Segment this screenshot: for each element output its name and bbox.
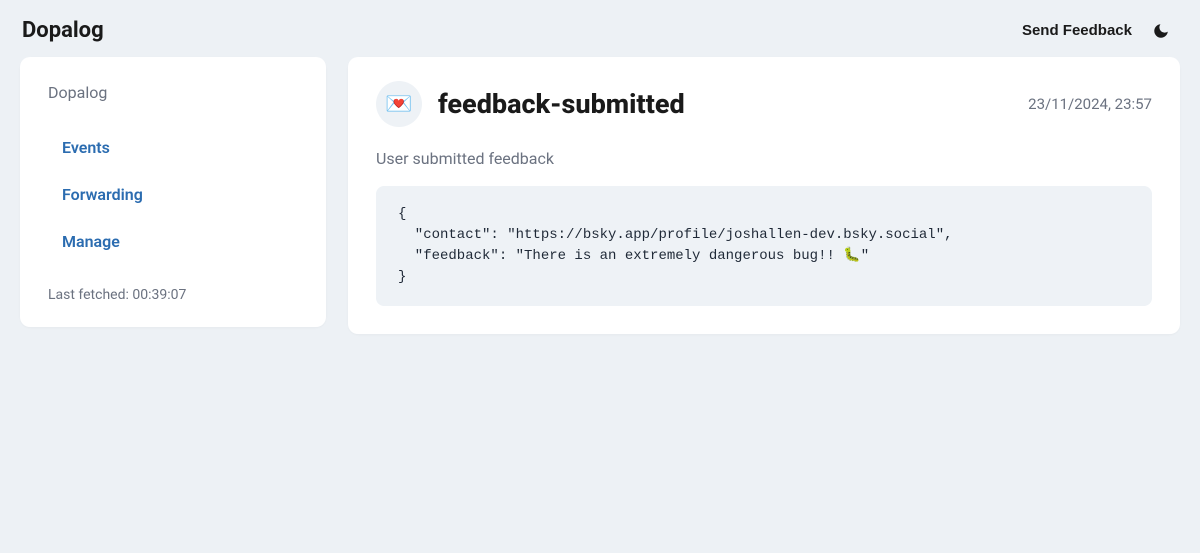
moon-icon	[1152, 22, 1170, 40]
event-subtitle: User submitted feedback	[376, 149, 1152, 168]
event-header: 💌 feedback-submitted 23/11/2024, 23:57	[376, 81, 1152, 127]
sidebar-item-manage[interactable]: Manage	[48, 218, 298, 265]
app-header: Dopalog Send Feedback	[0, 0, 1200, 57]
content-panel: 💌 feedback-submitted 23/11/2024, 23:57 U…	[348, 57, 1180, 334]
app-title: Dopalog	[22, 18, 104, 43]
sidebar-item-forwarding[interactable]: Forwarding	[48, 171, 298, 218]
sidebar-nav: Events Forwarding Manage	[48, 124, 298, 265]
main-layout: Dopalog Events Forwarding Manage Last fe…	[0, 57, 1200, 334]
sidebar-item-events[interactable]: Events	[48, 124, 298, 171]
sidebar-last-fetched: Last fetched: 00:39:07	[48, 287, 298, 303]
theme-toggle-button[interactable]	[1150, 20, 1172, 42]
event-timestamp: 23/11/2024, 23:57	[1028, 95, 1152, 113]
sidebar: Dopalog Events Forwarding Manage Last fe…	[20, 57, 326, 327]
event-title: feedback-submitted	[438, 88, 685, 120]
header-right: Send Feedback	[1022, 20, 1172, 42]
event-envelope-heart-icon: 💌	[376, 81, 422, 127]
sidebar-title: Dopalog	[48, 83, 298, 102]
send-feedback-button[interactable]: Send Feedback	[1022, 22, 1132, 39]
event-payload-code: { "contact": "https://bsky.app/profile/j…	[376, 186, 1152, 306]
event-title-group: 💌 feedback-submitted	[376, 81, 685, 127]
